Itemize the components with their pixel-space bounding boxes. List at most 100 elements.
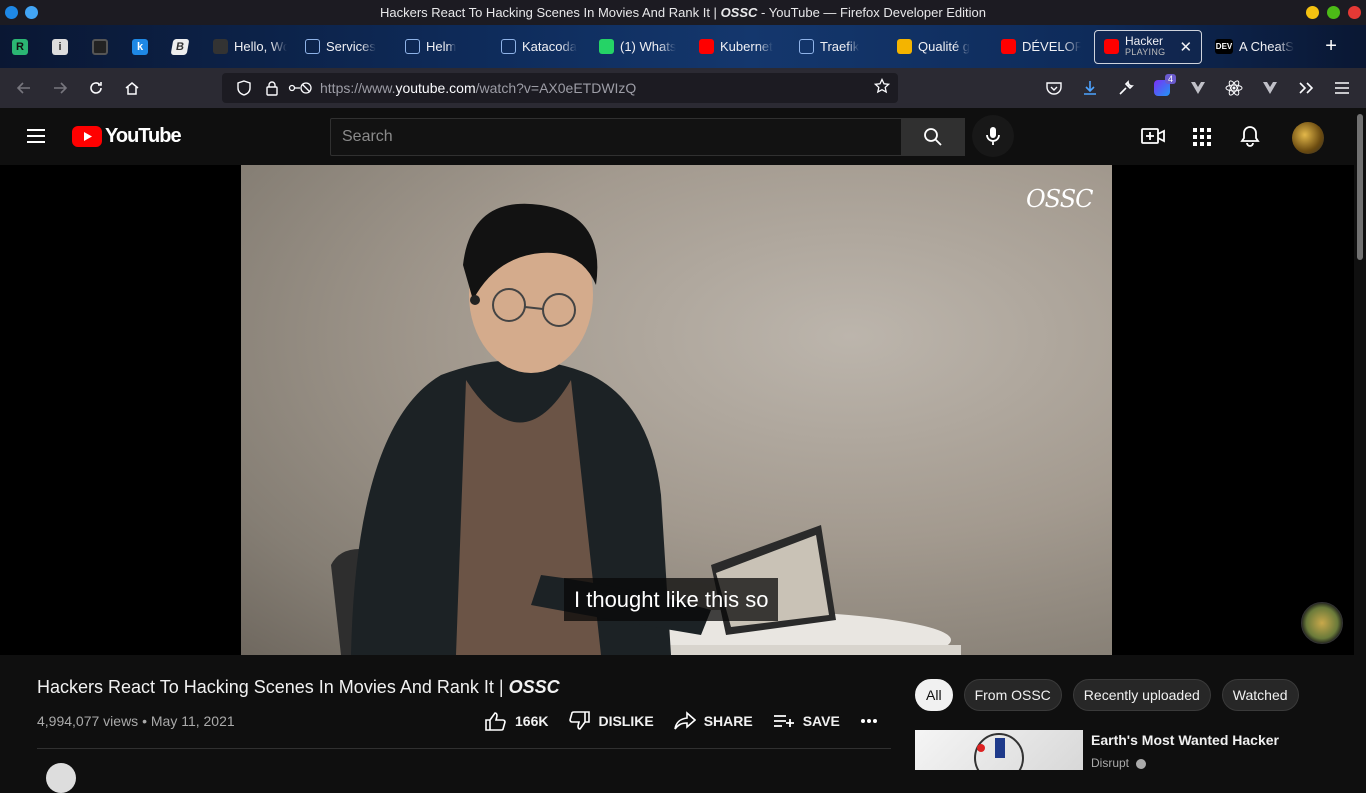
- tab-label: DÉVELOP: [1022, 39, 1081, 54]
- pinned-tab[interactable]: R: [0, 25, 40, 68]
- youtube-play-icon: [72, 126, 102, 147]
- pinned-tab[interactable]: B: [160, 25, 200, 68]
- downloads-button[interactable]: [1072, 72, 1108, 104]
- url-prefix: https://www.: [320, 80, 396, 96]
- recommended-thumbnail[interactable]: [915, 730, 1083, 770]
- bell-icon: [1240, 126, 1260, 147]
- tab-active[interactable]: Hacker PLAYING ✕: [1094, 29, 1203, 64]
- filter-chip[interactable]: All: [915, 679, 953, 711]
- filter-chip[interactable]: Watched: [1221, 679, 1299, 711]
- video-title: Hackers React To Hacking Scenes In Movie…: [37, 677, 560, 698]
- avatar[interactable]: [1292, 122, 1324, 154]
- guide-menu-button[interactable]: [24, 124, 48, 153]
- tab-item[interactable]: Traefik: [790, 25, 888, 68]
- like-button[interactable]: 166K: [485, 711, 548, 731]
- floating-extension-icon[interactable]: [1301, 602, 1343, 644]
- overflow-menu-button[interactable]: [1288, 72, 1324, 104]
- dislike-button[interactable]: DISLIKE: [568, 711, 654, 731]
- tab-item[interactable]: Services: [296, 25, 396, 68]
- extension-button[interactable]: 4: [1144, 72, 1180, 104]
- video-metadata: 4,994,077 views • May 11, 2021: [37, 713, 235, 729]
- pinned-tab[interactable]: i: [40, 25, 80, 68]
- pinned-tab[interactable]: [80, 25, 120, 68]
- share-button[interactable]: SHARE: [673, 711, 753, 731]
- tab-item[interactable]: (1) Whats: [590, 25, 690, 68]
- recommended-title[interactable]: Earth's Most Wanted Hacker: [1091, 732, 1279, 748]
- maximize-button[interactable]: [1327, 6, 1340, 19]
- save-button[interactable]: SAVE: [773, 713, 840, 729]
- vue-devtools-button[interactable]: [1180, 72, 1216, 104]
- home-icon: [125, 82, 139, 95]
- window-title: Hackers React To Hacking Scenes In Movie…: [380, 5, 986, 20]
- lock-icon[interactable]: [258, 80, 286, 96]
- tab-item[interactable]: Katacoda: [492, 25, 590, 68]
- active-tab-playing: PLAYING: [1125, 46, 1166, 57]
- search-input[interactable]: Search: [330, 118, 902, 156]
- create-button[interactable]: [1141, 126, 1165, 151]
- voice-search-button[interactable]: [972, 115, 1014, 157]
- permissions-icon[interactable]: [286, 81, 314, 95]
- back-arrow-icon: [16, 82, 30, 94]
- microphone-icon: [986, 127, 1000, 145]
- filter-chip[interactable]: Recently uploaded: [1072, 679, 1211, 711]
- more-horizontal-icon: [860, 719, 877, 723]
- tab-label: (1) Whats: [620, 39, 677, 54]
- dislike-label: DISLIKE: [598, 713, 654, 729]
- react-devtools-button[interactable]: [1216, 72, 1252, 104]
- apps-button[interactable]: [1193, 128, 1211, 151]
- search-button[interactable]: [901, 118, 965, 156]
- url-text[interactable]: https://www.youtube.com/watch?v=AX0eETDW…: [320, 80, 636, 96]
- devtools-button[interactable]: [1108, 72, 1144, 104]
- pocket-button[interactable]: [1036, 72, 1072, 104]
- reload-button[interactable]: [78, 72, 114, 104]
- tab-item[interactable]: Kubernet: [690, 25, 790, 68]
- recommended-video[interactable]: Earth's Most Wanted Hacker Disrupt: [915, 730, 1335, 770]
- pinned-tab-icon: R: [12, 38, 28, 55]
- toolbar-right: 4: [1036, 68, 1366, 108]
- tab-label: Helm: [426, 39, 457, 54]
- navigation-toolbar: https://www.youtube.com/watch?v=AX0eETDW…: [0, 68, 1366, 108]
- vue-devtools-button-2[interactable]: [1252, 72, 1288, 104]
- window-title-prefix: Hackers React To Hacking Scenes In Movie…: [379, 5, 717, 20]
- minimize-button[interactable]: [1306, 6, 1319, 19]
- tab-item[interactable]: Helm: [396, 25, 492, 68]
- back-button[interactable]: [6, 72, 42, 104]
- tab-item[interactable]: Qualité g: [888, 25, 992, 68]
- youtube-favicon-icon: [1104, 39, 1119, 54]
- close-tab-icon[interactable]: ✕: [1179, 38, 1192, 56]
- filter-chip[interactable]: From OSSC: [963, 679, 1062, 711]
- app-menu-button[interactable]: [1324, 72, 1360, 104]
- channel-watermark[interactable]: OSSC: [1026, 185, 1093, 213]
- new-tab-button[interactable]: +: [1316, 35, 1346, 58]
- tab-favicon-icon: [501, 39, 516, 54]
- video-frame[interactable]: OSSC I thought like this so: [241, 165, 1112, 655]
- video-player[interactable]: OSSC I thought like this so: [0, 165, 1354, 655]
- url-bar[interactable]: https://www.youtube.com/watch?v=AX0eETDW…: [222, 73, 898, 103]
- extension-badge: 4: [1164, 74, 1176, 84]
- page-scrollbar[interactable]: [1354, 108, 1366, 768]
- video-title-brand: OSSC: [508, 677, 560, 697]
- save-label: SAVE: [802, 713, 840, 729]
- github-icon: [92, 38, 108, 55]
- more-actions-button[interactable]: [860, 718, 878, 724]
- tab-label: Hello, Wo: [234, 39, 287, 54]
- tab-item[interactable]: Hello, Wo: [204, 25, 296, 68]
- download-icon: [1084, 81, 1096, 95]
- window-title-brand: OSSC: [720, 5, 758, 20]
- notifications-button[interactable]: [1240, 125, 1260, 152]
- tab-label: Services: [326, 39, 376, 54]
- pinned-tab[interactable]: k: [120, 25, 160, 68]
- shield-icon[interactable]: [230, 80, 258, 96]
- window-menu-icon[interactable]: [25, 6, 38, 19]
- home-button[interactable]: [114, 72, 150, 104]
- scrollbar-thumb[interactable]: [1357, 114, 1363, 260]
- youtube-logo-text: YouTube: [105, 125, 182, 147]
- create-video-icon: [1141, 128, 1165, 144]
- tab-item[interactable]: DÉVELOP: [992, 25, 1090, 68]
- forward-button[interactable]: [42, 72, 78, 104]
- tab-dev[interactable]: DEV A CheatS: [1206, 25, 1316, 68]
- bookmark-star-icon[interactable]: [873, 77, 891, 99]
- tab-strip: R i k B Hello, Wo Services Helm Katacoda (1)…: [0, 25, 1366, 68]
- youtube-logo[interactable]: YouTube: [72, 125, 182, 148]
- close-window-button[interactable]: [1348, 6, 1361, 19]
